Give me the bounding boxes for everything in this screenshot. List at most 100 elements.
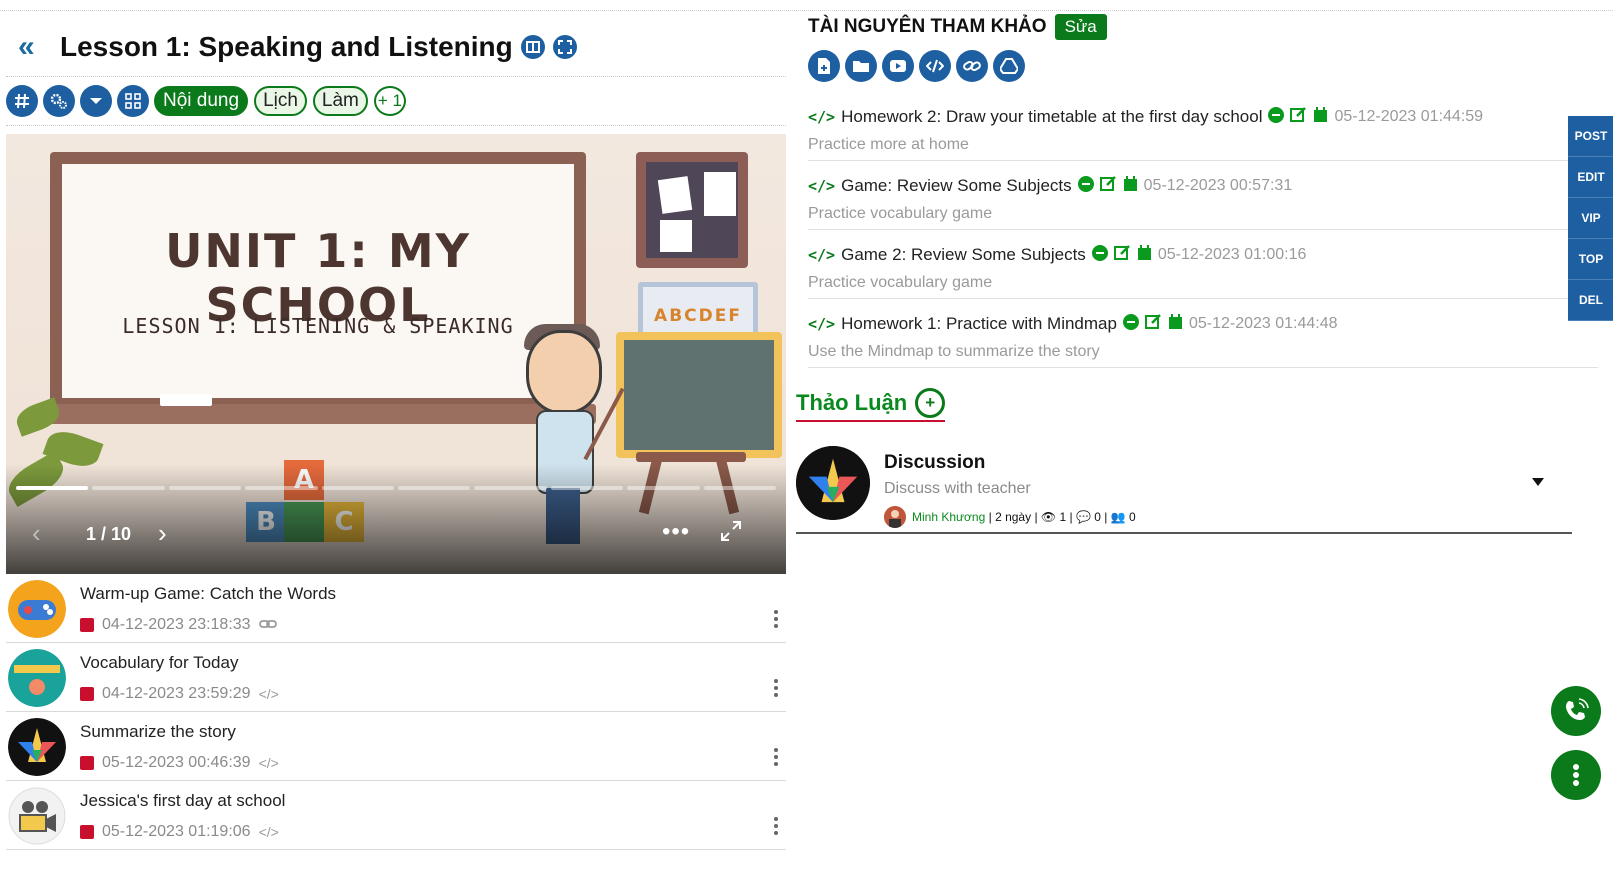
expand-icon[interactable] [552, 35, 577, 59]
author-name[interactable]: Minh Khương [912, 510, 985, 524]
calendar-icon[interactable] [1313, 106, 1328, 128]
edit-resources-button[interactable]: Sửa [1054, 14, 1107, 40]
progress-segment[interactable] [627, 486, 700, 490]
list-item-title[interactable]: Summarize the story [80, 722, 236, 742]
progress-segment[interactable] [398, 486, 471, 490]
remove-icon[interactable] [1268, 106, 1285, 128]
edit-icon[interactable] [1099, 175, 1117, 197]
progress-segment[interactable] [16, 486, 89, 490]
resource-title[interactable]: Homework 1: Practice with Mindmap [841, 314, 1117, 334]
resource-item[interactable]: </> Game 2: Review Some Subjects 05-12-2… [808, 230, 1598, 299]
google-drive-icon[interactable] [993, 50, 1025, 82]
list-item-title[interactable]: Jessica's first day at school [80, 791, 285, 811]
author-avatar[interactable] [884, 506, 906, 528]
top-border [0, 0, 1613, 11]
vertical-dots-icon [1573, 764, 1579, 786]
resource-list: </> Homework 2: Draw your timetable at t… [808, 92, 1598, 368]
calendar-icon[interactable] [1123, 175, 1138, 197]
calendar-icon[interactable] [1168, 313, 1183, 335]
post-tab[interactable]: POST [1568, 116, 1613, 157]
post-time: 2 ngày [995, 510, 1032, 524]
list-item[interactable]: Warm-up Game: Catch the Words 04-12-2023… [6, 574, 786, 643]
lesson-toolbar: Nội dung Lịch Làm + 1 [6, 77, 786, 126]
list-item-meta: 04-12-2023 23:18:33 [80, 616, 277, 634]
item-menu-icon[interactable] [774, 748, 778, 769]
resource-item[interactable]: </> Homework 2: Draw your timetable at t… [808, 92, 1598, 161]
list-item-title[interactable]: Vocabulary for Today [80, 653, 238, 673]
resources-title: TÀI NGUYÊN THAM KHẢO [808, 16, 1047, 37]
discussion-name[interactable]: Discussion [884, 452, 985, 474]
add-file-icon[interactable] [808, 50, 840, 82]
remove-icon[interactable] [1122, 313, 1139, 335]
calendar-icon[interactable] [1137, 244, 1152, 266]
discussion-meta: Minh Khương | 2 ngày | 👁 1 | 💬 0 | 👥 0 [884, 506, 1136, 528]
remove-icon[interactable] [1077, 175, 1094, 197]
phone-call-button[interactable] [1551, 686, 1601, 736]
columns-icon[interactable] [520, 35, 545, 59]
add-discussion-icon[interactable]: + [915, 388, 946, 418]
more-menu-button[interactable] [1551, 750, 1601, 800]
remove-icon[interactable] [1091, 244, 1108, 266]
add-count-button[interactable]: + 1 [373, 86, 406, 116]
tab-schedule[interactable]: Lịch [254, 86, 307, 116]
list-item-title[interactable]: Warm-up Game: Catch the Words [80, 584, 336, 604]
fullscreen-icon[interactable] [720, 520, 742, 547]
top-tab[interactable]: TOP [1568, 239, 1613, 280]
slide-controls: ‹ 1 / 10 › ••• [6, 518, 786, 552]
prev-slide-icon[interactable]: ‹ [32, 518, 41, 549]
list-item[interactable]: Vocabulary for Today 04-12-2023 23:59:29… [6, 643, 786, 712]
chalkboard-easel [616, 332, 782, 458]
resource-title[interactable]: Game 2: Review Some Subjects [841, 245, 1086, 265]
resource-date: 05-12-2023 01:44:59 [1334, 108, 1484, 125]
next-slide-icon[interactable]: › [158, 518, 167, 549]
vip-tab[interactable]: VIP [1568, 198, 1613, 239]
list-item[interactable]: Jessica's first day at school 05-12-2023… [6, 781, 786, 850]
resource-item[interactable]: </> Game: Review Some Subjects 05-12-202… [808, 161, 1598, 230]
link-icon[interactable] [956, 50, 988, 82]
progress-segment[interactable] [168, 486, 242, 490]
progress-segment[interactable] [321, 486, 395, 490]
edit-tab[interactable]: EDIT [1568, 157, 1613, 198]
more-options-icon[interactable]: ••• [662, 518, 690, 546]
edit-icon[interactable] [1144, 313, 1162, 335]
embed-code-icon[interactable] [919, 50, 951, 82]
dropdown-caret-icon[interactable] [80, 85, 112, 117]
progress-segment[interactable] [703, 486, 777, 490]
edit-icon[interactable] [1113, 244, 1131, 266]
folder-icon[interactable] [845, 50, 877, 82]
resource-item[interactable]: </> Homework 1: Practice with Mindmap 05… [808, 299, 1598, 368]
code-icon: </> [258, 824, 279, 840]
tab-do[interactable]: Làm [312, 86, 368, 116]
origami-logo-thumbnail [8, 718, 66, 776]
item-menu-icon[interactable] [774, 817, 778, 838]
slide-viewer[interactable]: UNIT 1: MY SCHOOL LESSON 1: LISTENING & … [6, 134, 786, 574]
delete-tab[interactable]: DEL [1568, 280, 1613, 321]
hashtag-icon[interactable] [6, 85, 38, 117]
progress-segment[interactable] [92, 486, 165, 490]
back-double-chevron-icon[interactable]: « [18, 32, 54, 62]
origami-logo-avatar [796, 446, 870, 520]
item-menu-icon[interactable] [774, 610, 778, 631]
resource-title[interactable]: Game: Review Some Subjects [841, 176, 1072, 196]
progress-segment[interactable] [245, 486, 318, 490]
code-icon: </> [808, 246, 836, 264]
item-menu-icon[interactable] [774, 679, 778, 700]
eye-icon: 👁 [1040, 510, 1057, 524]
discussion-card[interactable]: Discussion Discuss with teacher Minh Khư… [796, 442, 1572, 534]
chevron-down-icon[interactable] [1532, 478, 1544, 486]
slide-progress[interactable] [16, 486, 777, 490]
youtube-icon[interactable] [882, 50, 914, 82]
grid-apps-icon[interactable] [117, 85, 149, 117]
list-item[interactable]: Summarize the story 05-12-2023 00:46:39 … [6, 712, 786, 781]
tab-content[interactable]: Nội dung [154, 86, 249, 116]
progress-segment[interactable] [550, 486, 624, 490]
activity-list: Warm-up Game: Catch the Words 04-12-2023… [6, 574, 786, 850]
video-camera-thumbnail [8, 787, 66, 845]
list-item-date: 04-12-2023 23:18:33 [102, 616, 251, 633]
code-icon: </> [258, 686, 279, 702]
gears-icon[interactable] [43, 85, 75, 117]
progress-segment[interactable] [474, 486, 547, 490]
edit-icon[interactable] [1290, 106, 1307, 128]
resource-title[interactable]: Homework 2: Draw your timetable at the f… [841, 107, 1262, 127]
phone-icon [1566, 698, 1589, 720]
